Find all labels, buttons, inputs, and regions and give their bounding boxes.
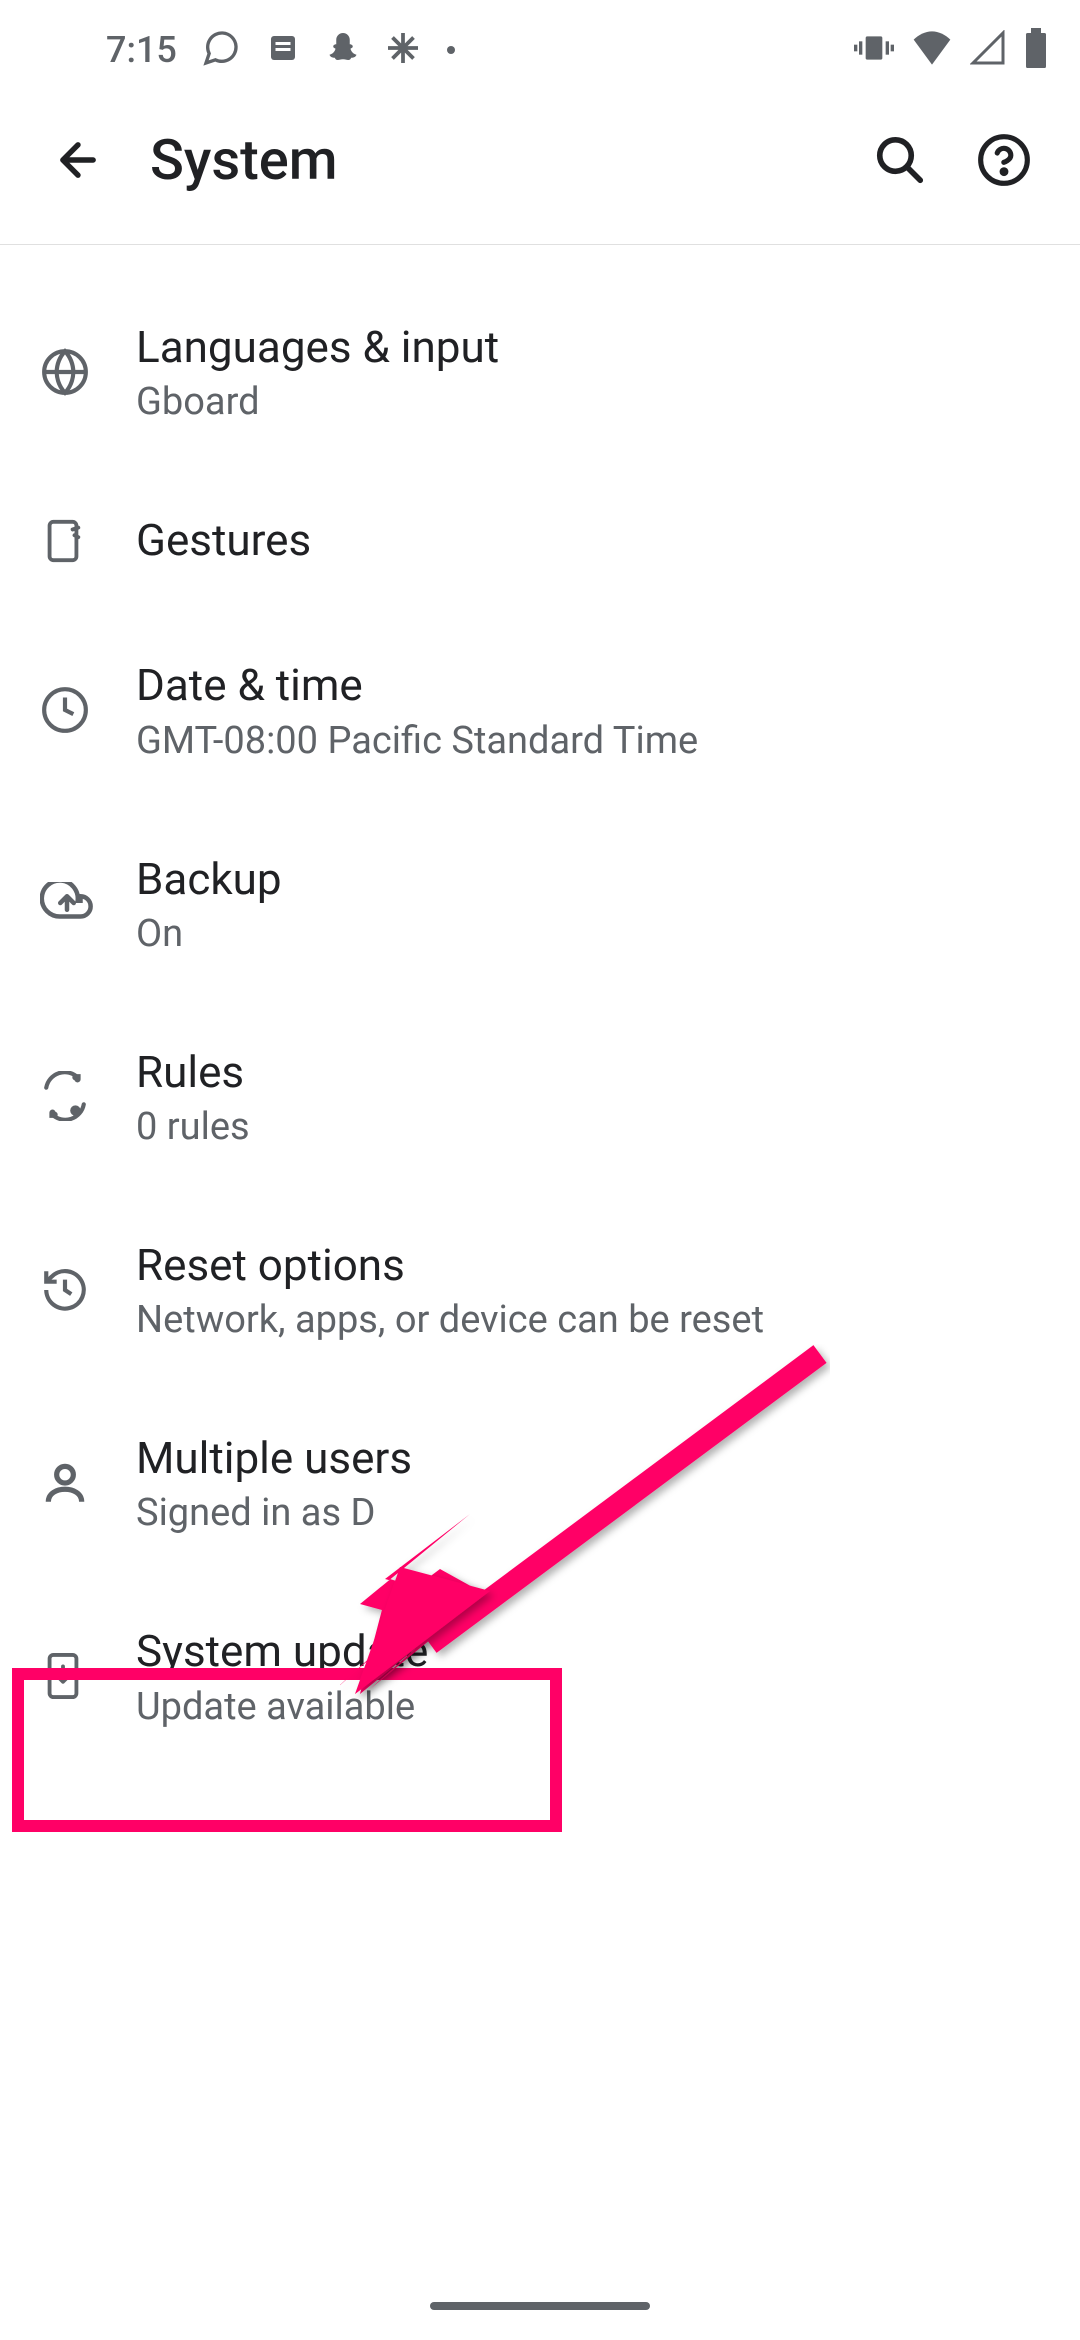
snapchat-icon: [325, 30, 361, 70]
wifi-icon: [912, 30, 952, 70]
setting-subtitle: Gboard: [136, 380, 1048, 424]
settings-list: Languages & input Gboard Gestures Date &…: [0, 245, 1080, 1773]
setting-title: Rules: [136, 1044, 1048, 1101]
app-header: System: [0, 100, 1080, 245]
setting-item-languages[interactable]: Languages & input Gboard: [0, 275, 1080, 468]
setting-item-system-update[interactable]: System update Update available: [0, 1579, 1080, 1772]
setting-subtitle: 0 rules: [136, 1105, 1048, 1149]
setting-item-reset[interactable]: Reset options Network, apps, or device c…: [0, 1193, 1080, 1386]
system-update-icon: [32, 1651, 136, 1701]
setting-item-backup[interactable]: Backup On: [0, 807, 1080, 1000]
dot-icon: [445, 41, 457, 60]
setting-subtitle: Signed in as D: [136, 1491, 1048, 1535]
setting-subtitle: Network, apps, or device can be reset: [136, 1298, 1048, 1342]
setting-item-datetime[interactable]: Date & time GMT-08:00 Pacific Standard T…: [0, 613, 1080, 806]
rules-icon: [32, 1071, 136, 1121]
vibrate-icon: [854, 33, 894, 67]
setting-item-users[interactable]: Multiple users Signed in as D: [0, 1386, 1080, 1579]
person-icon: [32, 1458, 136, 1508]
battery-icon: [1024, 28, 1048, 72]
setting-item-rules[interactable]: Rules 0 rules: [0, 1000, 1080, 1193]
setting-item-gestures[interactable]: Gestures: [0, 468, 1080, 613]
photos-icon: [385, 30, 421, 70]
setting-title: Backup: [136, 851, 1048, 908]
cloud-upload-icon: [32, 882, 136, 924]
clock-icon: [32, 685, 136, 735]
gestures-icon: [32, 518, 136, 564]
navigation-handle[interactable]: [430, 2302, 650, 2310]
status-bar: 7:15: [0, 0, 1080, 100]
signal-icon: [970, 30, 1006, 70]
setting-title: Gestures: [136, 512, 1048, 569]
status-time: 7:15: [106, 29, 177, 71]
status-right: [854, 28, 1048, 72]
message-icon: [265, 30, 301, 70]
restore-icon: [32, 1265, 136, 1315]
setting-title: Date & time: [136, 657, 1048, 714]
setting-subtitle: Update available: [136, 1685, 1048, 1729]
whatsapp-icon: [201, 28, 241, 72]
status-left: 7:15: [32, 28, 457, 72]
globe-icon: [32, 347, 136, 397]
setting-title: System update: [136, 1623, 1048, 1680]
setting-title: Languages & input: [136, 319, 1048, 376]
setting-subtitle: GMT-08:00 Pacific Standard Time: [136, 719, 1048, 763]
setting-title: Reset options: [136, 1237, 1048, 1294]
setting-title: Multiple users: [136, 1430, 1048, 1487]
back-button[interactable]: [42, 124, 114, 196]
header-actions: [868, 128, 1036, 192]
setting-subtitle: On: [136, 912, 1048, 956]
help-button[interactable]: [972, 128, 1036, 192]
search-button[interactable]: [868, 128, 932, 192]
page-title: System: [150, 127, 868, 193]
